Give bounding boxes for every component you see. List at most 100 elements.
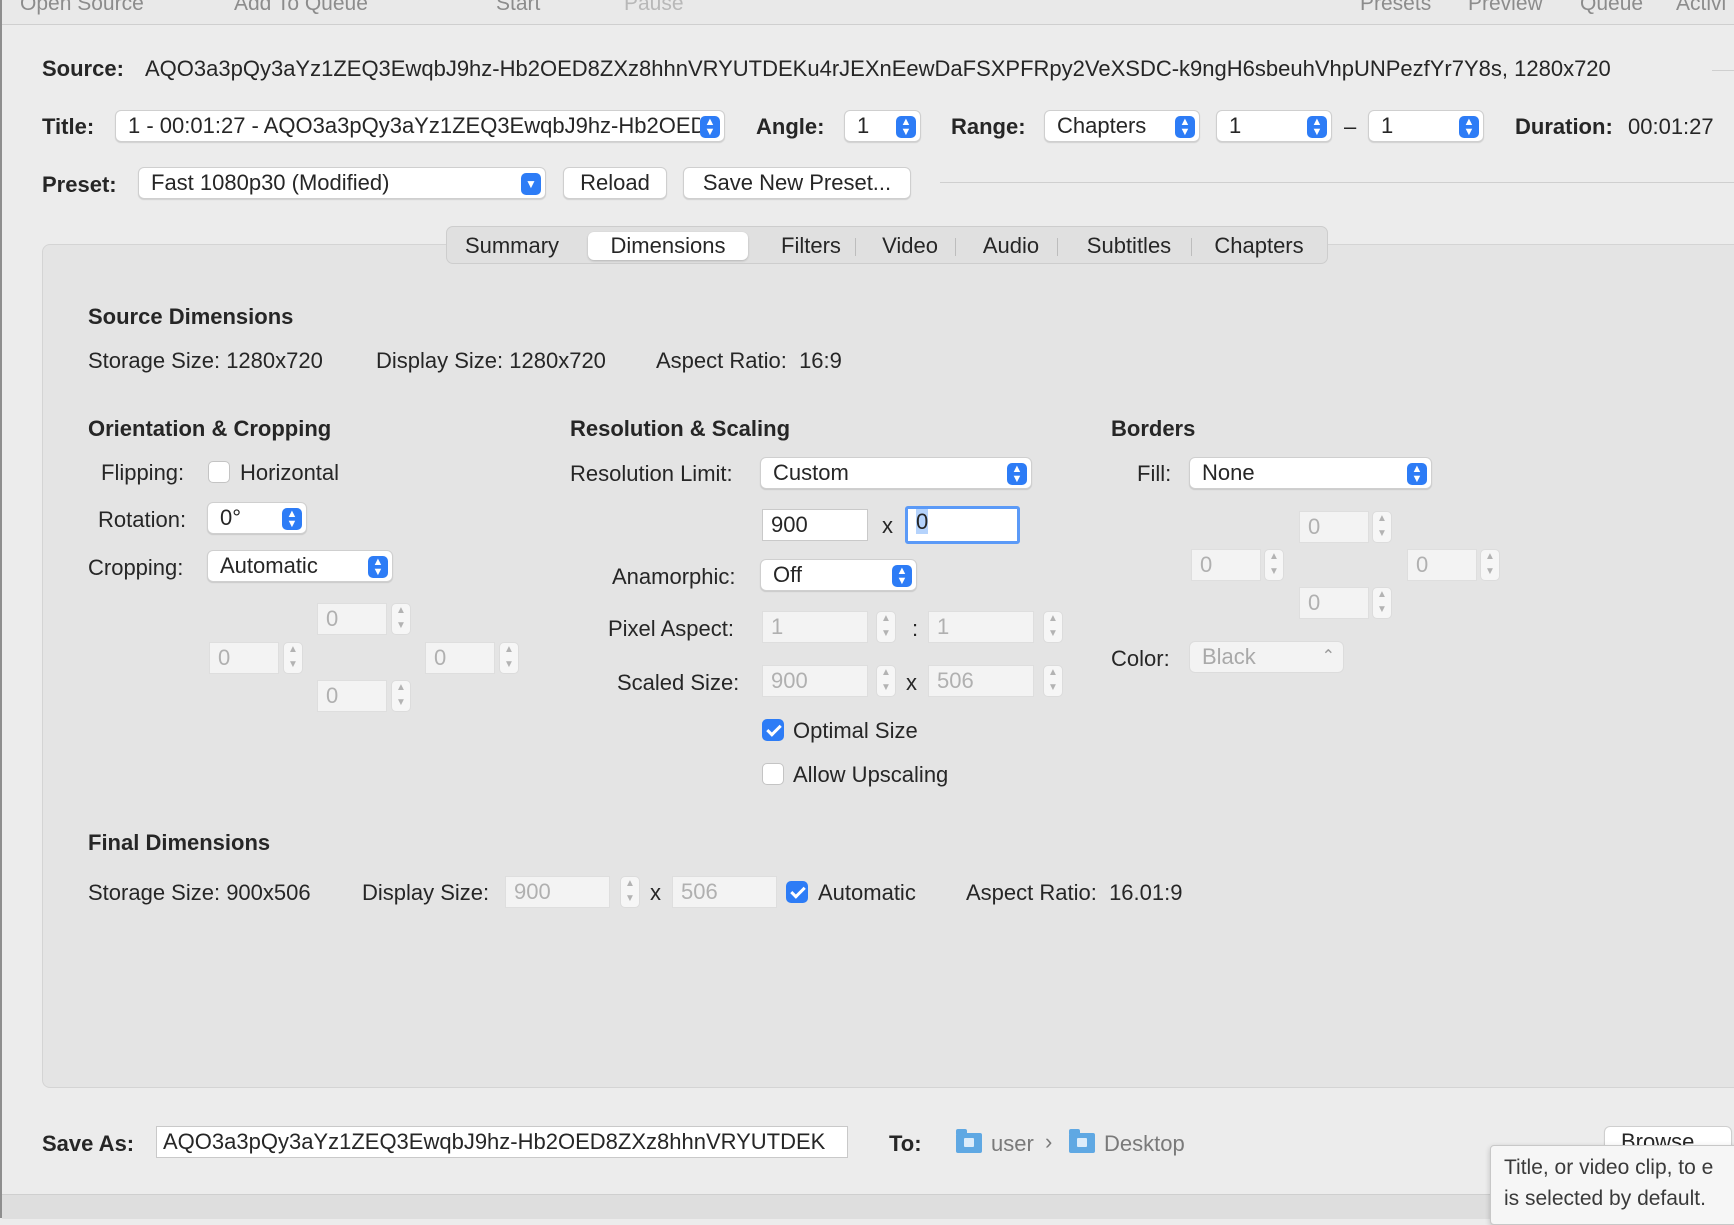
scaled-width-stepper[interactable]: ▲ ▼ [876,665,896,697]
status-bar [2,1194,1734,1219]
tab-separator [1191,238,1192,256]
tooltip-line-2: is selected by default. [1504,1187,1706,1210]
crop-top-stepper[interactable]: ▲ ▼ [391,603,411,635]
scaled-x-separator: x [906,670,917,695]
save-new-preset-button[interactable]: Save New Preset... [683,167,911,199]
chevron-down-icon: ▼ [521,173,541,195]
optimal-size-label: Optimal Size [793,718,918,743]
border-right-stepper[interactable]: ▲ ▼ [1480,549,1500,581]
queue-button[interactable]: Queue [1580,0,1643,16]
pixel-aspect-width-input[interactable]: 1 [762,611,868,643]
resolution-limit-value: Custom [773,460,849,485]
start-button[interactable]: Start [496,0,540,16]
save-as-input[interactable]: AQO3a3pQy3aYz1ZEQ3EwqbJ9hz-Hb2OED8ZXz8hh… [156,1126,848,1158]
range-type-select[interactable]: Chapters ▲ ▼ [1044,110,1200,142]
tab-subtitles[interactable]: Subtitles [1067,232,1191,260]
range-from-select[interactable]: 1 ▲ ▼ [1216,110,1332,142]
scaled-height-stepper[interactable]: ▲ ▼ [1043,665,1063,697]
chevron-updown-icon: ▲ ▼ [700,116,720,138]
range-type-value: Chapters [1057,113,1147,138]
tooltip: Title, or video clip, to e is selected b… [1490,1145,1734,1225]
border-left-input[interactable]: 0 [1191,549,1261,581]
source-value: AQO3a3pQy3aYz1ZEQ3EwqbJ9hz-Hb2OED8ZXz8hh… [145,56,1611,81]
border-bottom-stepper[interactable]: ▲ ▼ [1372,587,1392,619]
reload-button[interactable]: Reload [563,167,667,199]
fill-select[interactable]: None ▲ ▼ [1189,457,1432,489]
final-display-width-stepper[interactable]: ▲ ▼ [620,876,640,908]
source-separator [1712,70,1734,71]
horizontal-label: Horizontal [240,460,340,485]
final-x-separator: x [650,880,661,905]
title-label: Title: [42,114,95,139]
final-display-size-label: Display Size: [362,880,490,905]
color-label: Color: [1111,646,1170,671]
resolution-height-value: 0 [916,509,929,534]
path-separator-icon: › [1045,1129,1053,1154]
range-to-value: 1 [1381,113,1394,138]
allow-upscaling-checkbox[interactable] [762,763,784,785]
path-user[interactable]: user [991,1131,1034,1157]
pixel-aspect-height-input[interactable]: 1 [928,611,1034,643]
horizontal-checkbox[interactable] [208,461,230,483]
path-desktop[interactable]: Desktop [1104,1131,1185,1157]
tab-dimensions[interactable]: Dimensions [588,232,748,260]
desktop-folder-icon [1069,1129,1095,1153]
border-color-select[interactable]: Black ⌃ [1189,641,1344,673]
final-display-height-input[interactable]: 506 [672,876,777,908]
crop-bottom-input[interactable]: 0 [317,680,387,712]
crop-right-input[interactable]: 0 [425,642,495,674]
preset-select[interactable]: Fast 1080p30 (Modified) ▼ [138,167,546,199]
tab-summary[interactable]: Summary [459,232,565,260]
resolution-width-input[interactable]: 900 [762,509,868,541]
rotation-select[interactable]: 0° ▲ ▼ [207,502,307,534]
crop-left-input[interactable]: 0 [209,642,279,674]
title-select[interactable]: 1 - 00:01:27 - AQO3a3pQy3aYz1ZEQ3EwqbJ9h… [115,110,725,142]
border-right-input[interactable]: 0 [1407,549,1477,581]
final-display-width-input[interactable]: 900 [505,876,610,908]
scaled-height-input[interactable]: 506 [928,665,1034,697]
cropping-select[interactable]: Automatic ▲ ▼ [207,550,393,582]
border-color-value: Black [1202,644,1256,669]
range-dash: – [1344,114,1357,139]
toolbar: Open Source Add To Queue Start Pause Pre… [2,0,1734,25]
chevron-updown-icon: ▲ ▼ [892,565,912,587]
anamorphic-select-value: Off [773,562,802,587]
tab-video[interactable]: Video [865,232,955,260]
chevron-updown-icon: ▲ ▼ [368,556,388,578]
pixel-aspect-colon: : [912,616,919,641]
anamorphic-select[interactable]: Off ▲ ▼ [760,559,917,591]
activity-button[interactable]: Activi [1676,0,1726,16]
border-top-stepper[interactable]: ▲ ▼ [1372,511,1392,543]
to-label: To: [889,1131,922,1156]
pixel-aspect-width-stepper[interactable]: ▲ ▼ [876,611,896,643]
resolution-limit-select[interactable]: Custom ▲ ▼ [760,457,1032,489]
border-left-stepper[interactable]: ▲ ▼ [1264,549,1284,581]
open-source-button[interactable]: Open Source [20,0,144,16]
range-to-select[interactable]: 1 ▲ ▼ [1368,110,1484,142]
angle-label: Angle: [756,114,825,139]
optimal-size-checkbox[interactable] [762,719,784,741]
resolution-limit-label: Resolution Limit: [570,461,733,486]
add-to-queue-button[interactable]: Add To Queue [234,0,368,16]
crop-top-input[interactable]: 0 [317,603,387,635]
scaled-width-input[interactable]: 900 [762,665,868,697]
automatic-checkbox[interactable] [786,881,808,903]
chevron-updown-icon: ▲ ▼ [1407,463,1427,485]
preview-button[interactable]: Preview [1468,0,1543,16]
tab-chapters[interactable]: Chapters [1201,232,1317,260]
crop-bottom-stepper[interactable]: ▲ ▼ [391,680,411,712]
tab-audio[interactable]: Audio [965,232,1057,260]
border-top-input[interactable]: 0 [1299,511,1369,543]
resolution-height-input[interactable]: 0 [905,506,1020,544]
anamorphic-label: Anamorphic: [612,564,736,589]
crop-right-stepper[interactable]: ▲ ▼ [499,642,519,674]
angle-select[interactable]: 1 ▲ ▼ [844,110,921,142]
preset-separator [940,182,1734,183]
pause-button[interactable]: Pause [624,0,684,16]
crop-left-stepper[interactable]: ▲ ▼ [283,642,303,674]
pixel-aspect-height-stepper[interactable]: ▲ ▼ [1043,611,1063,643]
home-folder-icon [956,1129,982,1153]
tab-filters[interactable]: Filters [765,232,857,260]
border-bottom-input[interactable]: 0 [1299,587,1369,619]
presets-button[interactable]: Presets [1360,0,1431,16]
